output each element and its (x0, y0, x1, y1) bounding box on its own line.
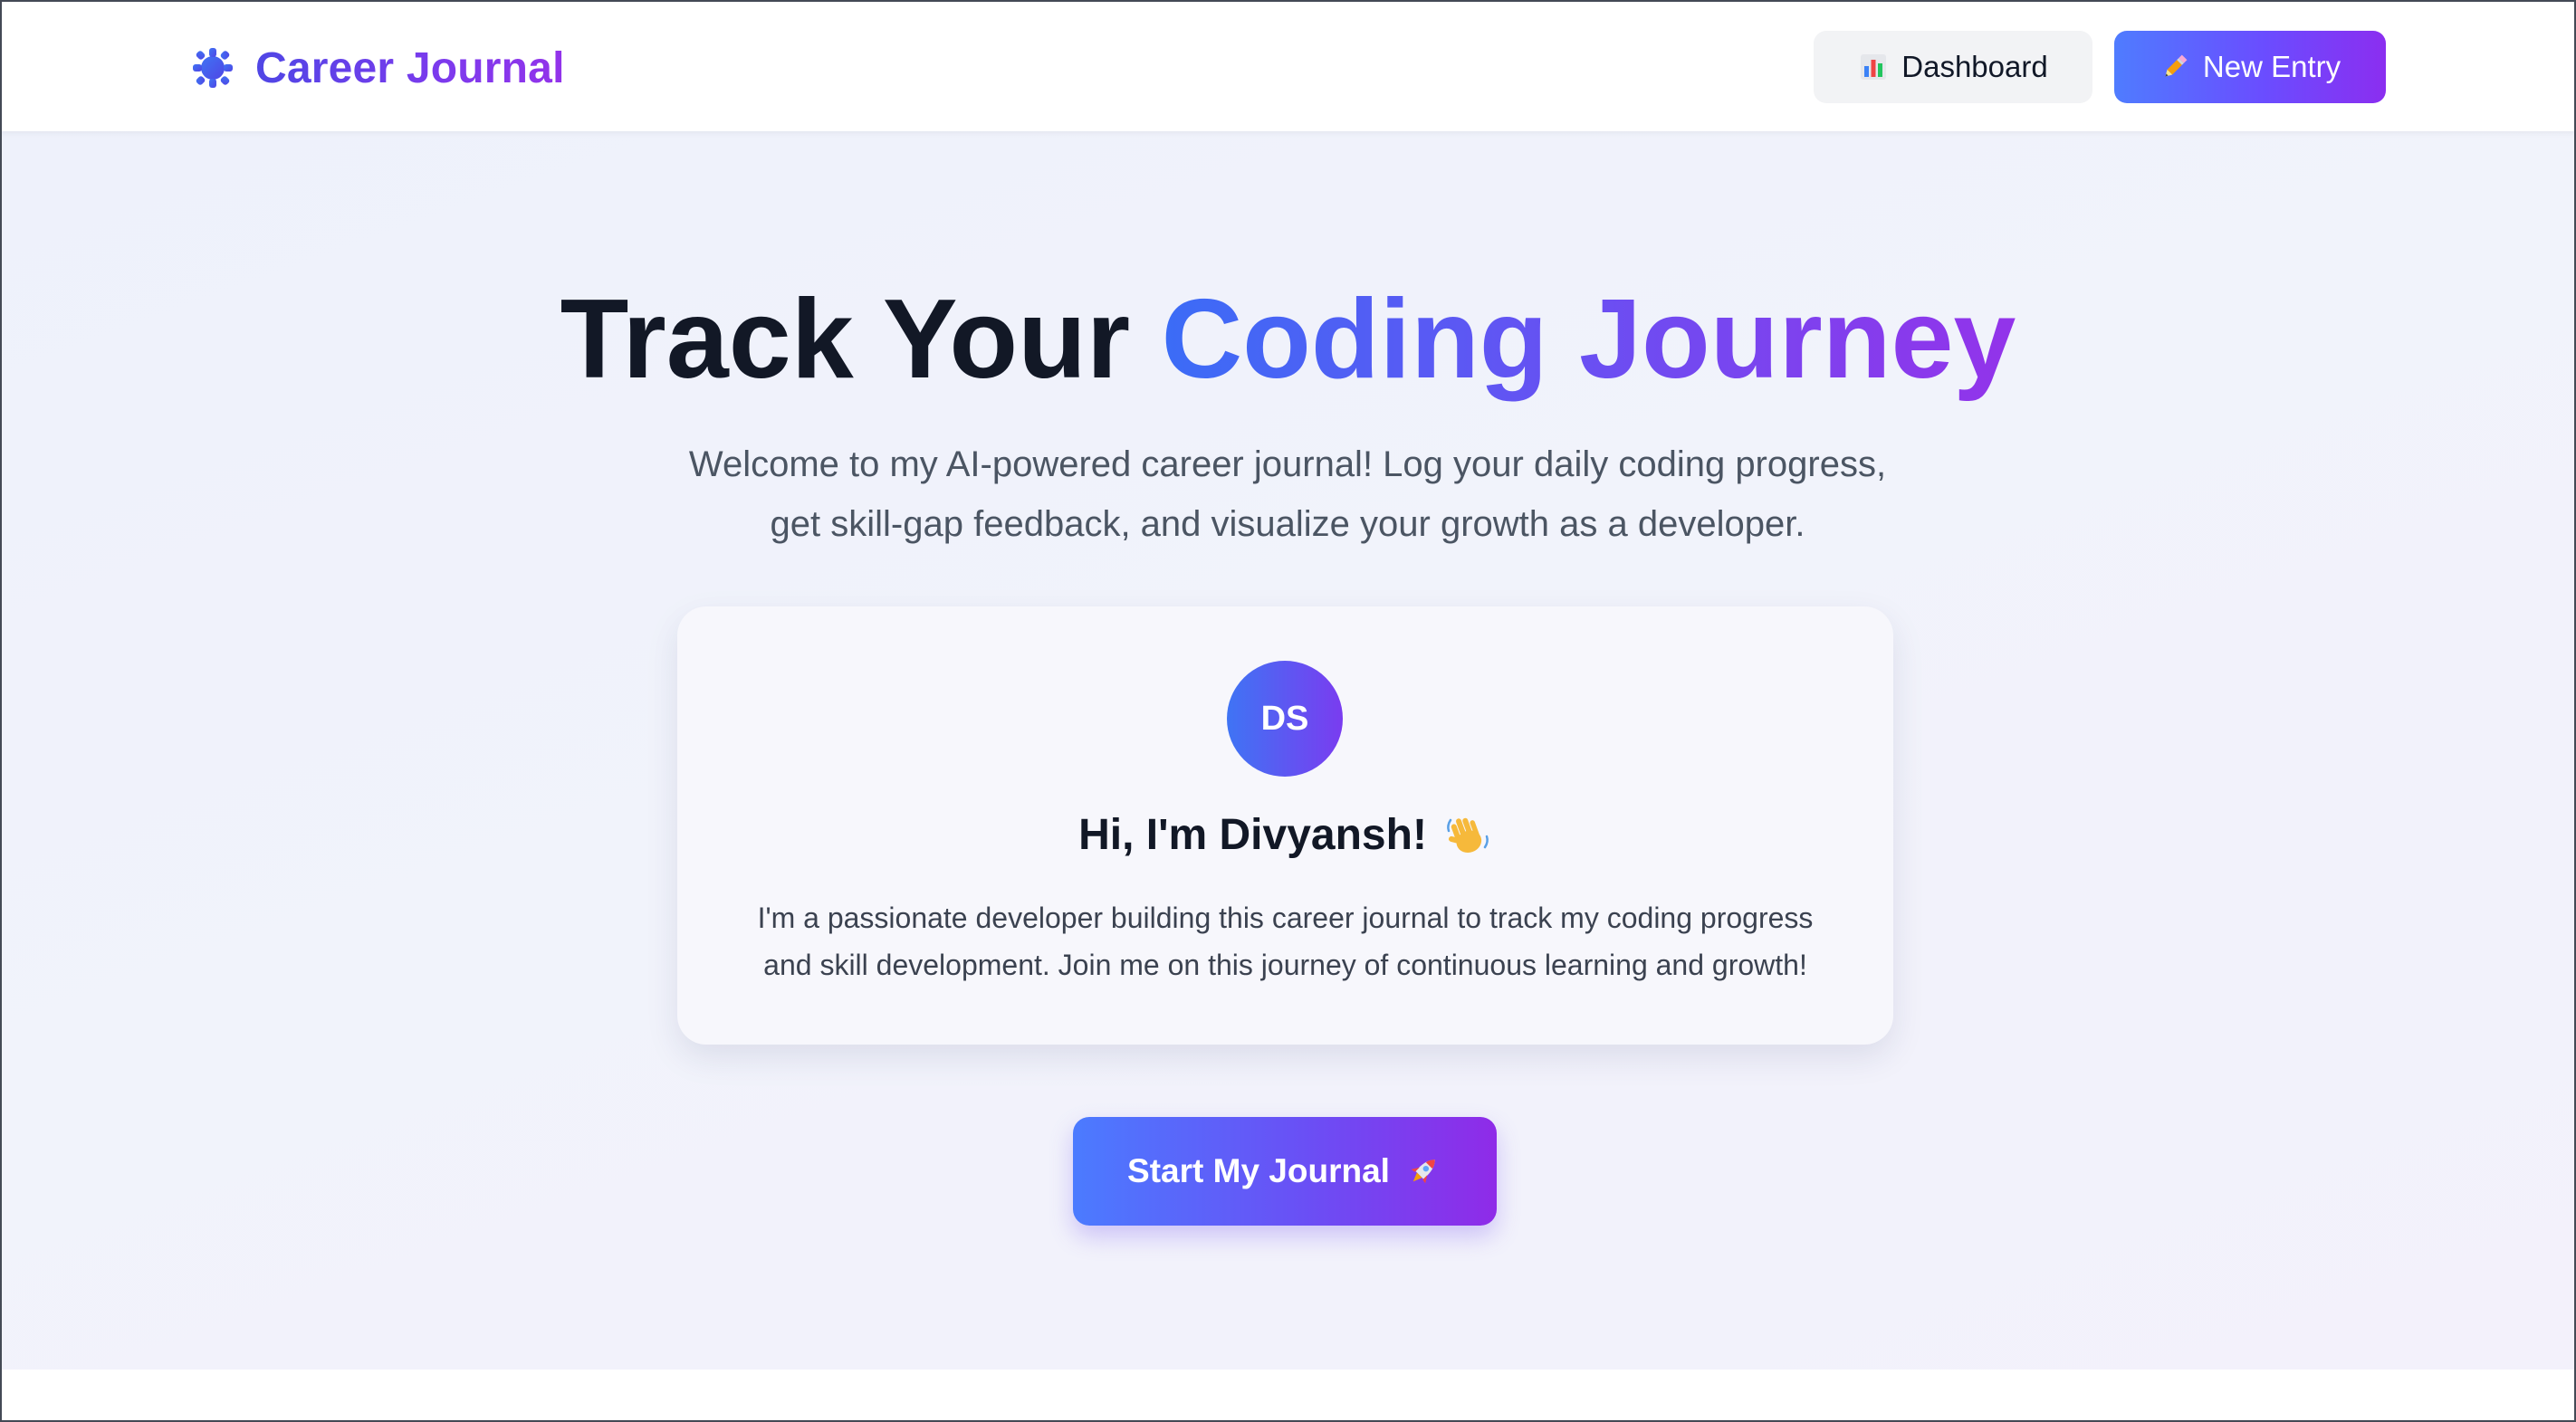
footer-strip (0, 1370, 2576, 1422)
profile-card: DS Hi, I'm Divyansh! I'm a passionate de… (677, 606, 1893, 1045)
new-entry-button[interactable]: New Entry (2114, 31, 2386, 103)
profile-bio: I'm a passionate developer building this… (732, 894, 1839, 988)
profile-greeting: Hi, I'm Divyansh! (677, 810, 1893, 860)
start-journal-button[interactable]: Start My Journal (1073, 1117, 1497, 1226)
hero-title-plain: Track Your (560, 277, 1131, 402)
hero-subtitle-line2: get skill-gap feedback, and visualize yo… (770, 504, 1805, 544)
brand-title: Career Journal (255, 43, 565, 92)
hero-title: Track Your Coding Journey (0, 278, 2576, 401)
start-journal-label: Start My Journal (1127, 1152, 1390, 1189)
hero-title-highlight: Coding Journey (1161, 277, 2016, 402)
puzzle-gear-icon (193, 48, 233, 88)
new-entry-label: New Entry (2202, 50, 2341, 83)
brand[interactable]: Career Journal (190, 40, 565, 96)
top-navbar: Career Journal Dashboard New Entry (0, 0, 2576, 131)
dashboard-button[interactable]: Dashboard (1814, 31, 2092, 103)
avatar: DS (1227, 661, 1343, 777)
profile-greeting-text: Hi, I'm Divyansh! (1078, 811, 1427, 859)
bar-chart-icon (1861, 54, 1887, 80)
hero-section: Track Your Coding Journey Welcome to my … (0, 131, 2576, 1370)
pencil-icon (2165, 54, 2188, 77)
top-nav: Dashboard New Entry (1814, 31, 2386, 103)
profile-bio-line2: and skill development. Join me on this j… (763, 949, 1807, 981)
hero-subtitle: Welcome to my AI-powered career journal!… (654, 434, 1921, 554)
dashboard-label: Dashboard (1901, 50, 2048, 83)
waving-hand-icon (1447, 817, 1489, 853)
rocket-icon (1411, 1160, 1435, 1184)
hero-subtitle-line1: Welcome to my AI-powered career journal!… (688, 444, 1887, 484)
profile-bio-line1: I'm a passionate developer building this… (757, 902, 1814, 934)
